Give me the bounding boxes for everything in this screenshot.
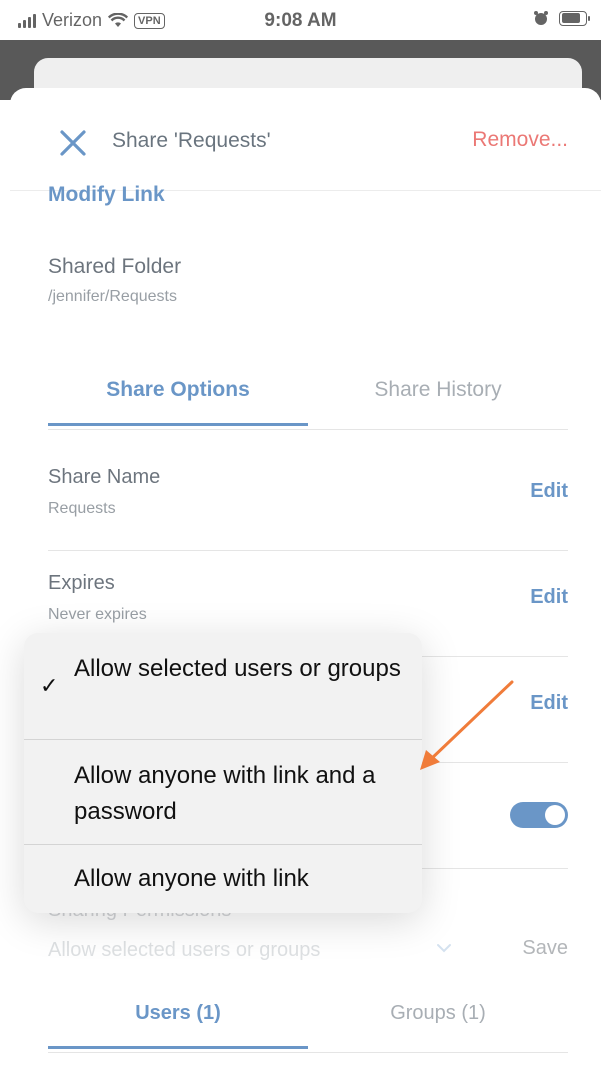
save-button[interactable]: Save	[522, 937, 568, 960]
share-name-title: Share Name	[48, 466, 161, 488]
tab-share-options[interactable]: Share Options	[48, 363, 308, 426]
status-right	[533, 10, 590, 26]
menu-item-link-password[interactable]: Allow anyone with link and a password	[24, 740, 422, 845]
share-name-edit-button[interactable]: Edit	[530, 480, 568, 503]
remove-button[interactable]: Remove...	[472, 128, 568, 152]
shared-folder-title: Shared Folder	[48, 255, 182, 278]
menu-item-anyone-link[interactable]: Allow anyone with link	[24, 845, 422, 913]
sheet-content: Modify Link Shared Folder /jennifer/Requ…	[10, 183, 601, 1070]
menu-item-label: Allow anyone with link	[74, 865, 309, 892]
modify-link[interactable]: Modify Link	[48, 183, 165, 207]
status-time: 9:08 AM	[264, 10, 337, 31]
sheet-header: Share 'Requests' Remove...	[10, 88, 601, 191]
share-name-row: Share Name Requests Edit	[48, 444, 568, 551]
tab-share-history[interactable]: Share History	[308, 363, 568, 423]
status-bar: Verizon VPN 9:08 AM	[0, 0, 601, 40]
battery-icon	[559, 10, 590, 26]
alarm-icon	[534, 11, 548, 25]
menu-item-label: Allow anyone with link and a password	[74, 762, 376, 825]
sharing-permissions-value: Allow selected users or groups	[48, 939, 321, 961]
chevron-down-icon	[437, 944, 451, 953]
share-sheet: Share 'Requests' Remove... Modify Link S…	[10, 88, 601, 1070]
members-tabs: Users (1) Groups (1)	[48, 986, 568, 1053]
tab-users[interactable]: Users (1)	[48, 986, 308, 1049]
expires-edit-button[interactable]: Edit	[530, 586, 568, 609]
expires-value: Never expires	[48, 606, 147, 623]
shared-folder-path: /jennifer/Requests	[48, 288, 177, 305]
checkmark-icon: ✓	[40, 673, 59, 698]
sheet-title: Share 'Requests'	[112, 129, 271, 152]
close-icon[interactable]	[56, 126, 90, 160]
share-toggle[interactable]	[510, 802, 568, 828]
permission-menu: ✓ Allow selected users or groups Allow a…	[24, 633, 422, 913]
annotation-arrow	[420, 680, 514, 770]
access-edit-button[interactable]: Edit	[530, 692, 568, 715]
expires-title: Expires	[48, 572, 115, 594]
sharing-permissions-select[interactable]: Allow selected users or groups	[48, 934, 468, 968]
tab-groups[interactable]: Groups (1)	[308, 986, 568, 1046]
share-name-value: Requests	[48, 500, 116, 517]
share-tabs: Share Options Share History	[48, 363, 568, 430]
menu-item-label: Allow selected users or groups	[74, 655, 401, 682]
toggle-knob	[545, 805, 565, 825]
menu-item-selected-users[interactable]: ✓ Allow selected users or groups	[24, 633, 422, 740]
